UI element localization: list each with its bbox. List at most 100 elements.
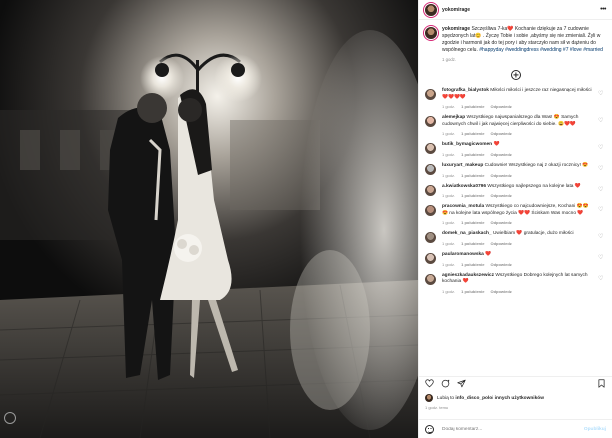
commenter-avatar[interactable] bbox=[425, 143, 436, 155]
post-details-panel: yokomirage ••• yokomirage Szczęśliwa 7-k… bbox=[418, 0, 612, 438]
comment-item: luxuryart_makeup Cudownie! Wszystkiego n… bbox=[425, 163, 606, 178]
heart-icon[interactable]: ♡ bbox=[598, 207, 604, 213]
reply-button[interactable]: Odpowiedz bbox=[490, 241, 511, 246]
comment-item: pracownia_motula Wszystkiego co najcudow… bbox=[425, 204, 606, 225]
comment-item: fotografka_bialystok Miłości miłości i j… bbox=[425, 88, 606, 109]
likes-prefix: Lubią to bbox=[437, 395, 455, 401]
heart-icon[interactable]: ♡ bbox=[598, 118, 604, 124]
comment-text: ❤️ bbox=[492, 142, 500, 148]
comment-likes-count[interactable]: 1 polubienie bbox=[461, 104, 484, 109]
comment-time: 1 godz. bbox=[442, 193, 456, 199]
comment-likes-count[interactable]: 1 polubienie bbox=[461, 241, 484, 246]
author-avatar[interactable] bbox=[425, 3, 437, 16]
comment-time: 1 godz. bbox=[442, 172, 456, 178]
post-caption: yokomirage Szczęśliwa 7-ka❤️ Kochanie dz… bbox=[425, 26, 606, 54]
commenter-avatar[interactable] bbox=[425, 163, 436, 175]
reply-button[interactable]: Odpowiedz bbox=[490, 220, 511, 225]
comment-list: fotografka_bialystok Miłości miłości i j… bbox=[425, 88, 606, 294]
commenter-avatar[interactable] bbox=[425, 116, 436, 128]
commenter-username[interactable]: alemejkap bbox=[442, 115, 465, 120]
publish-button[interactable]: Opublikuj bbox=[584, 427, 606, 432]
comment-text: ❤️ bbox=[483, 251, 492, 257]
commenter-username[interactable]: butik_bymagicwomen bbox=[442, 142, 492, 147]
post-header: yokomirage ••• bbox=[419, 0, 612, 20]
comment-item: a.kwiatkowska0796 Wszystkiego najlepszeg… bbox=[425, 183, 606, 199]
reply-button[interactable]: Odpowiedz bbox=[490, 173, 511, 178]
other-likers-link[interactable]: innych użytkowników bbox=[495, 396, 544, 401]
heart-icon[interactable]: ♡ bbox=[598, 187, 604, 193]
caption-username[interactable]: yokomirage bbox=[442, 26, 470, 32]
commenter-avatar[interactable] bbox=[425, 252, 436, 264]
comment-likes-count[interactable]: 1 polubienie bbox=[461, 131, 484, 136]
wedding-photo-image bbox=[0, 0, 418, 438]
heart-icon[interactable]: ♡ bbox=[598, 166, 604, 172]
heart-icon[interactable]: ♡ bbox=[598, 255, 604, 261]
comment-likes-count[interactable]: 1 polubienie bbox=[461, 193, 484, 198]
reply-button[interactable]: Odpowiedz bbox=[490, 131, 511, 136]
comment-input[interactable] bbox=[442, 426, 584, 432]
more-options-icon[interactable]: ••• bbox=[600, 6, 606, 13]
heart-icon[interactable] bbox=[425, 379, 434, 388]
more-options-icon[interactable] bbox=[4, 412, 16, 424]
comments-scroll-area[interactable]: yokomirage Szczęśliwa 7-ka❤️ Kochanie dz… bbox=[419, 20, 612, 376]
comment-text: Cudownie! Wszystkiego naj z okazji roczn… bbox=[483, 162, 589, 168]
comment-item: alemejkap Wszystkiego najwspanialszego d… bbox=[425, 115, 606, 136]
commenter-avatar[interactable] bbox=[425, 205, 436, 217]
comment-time: 1 godz. bbox=[442, 288, 456, 294]
author-avatar[interactable] bbox=[425, 27, 437, 39]
commenter-username[interactable]: fotografka_bialystok bbox=[442, 88, 489, 93]
add-comment-bar: Opublikuj bbox=[419, 419, 612, 438]
comment-time: 1 godz. bbox=[442, 151, 456, 157]
commenter-avatar[interactable] bbox=[425, 184, 436, 196]
comment-likes-count[interactable]: 1 polubienie bbox=[461, 173, 484, 178]
heart-icon[interactable]: ♡ bbox=[598, 91, 604, 97]
commenter-username[interactable]: pracownia_motula bbox=[442, 204, 484, 209]
comment-likes-count[interactable]: 1 polubienie bbox=[461, 289, 484, 294]
likes-summary: Lubią to info_disco_polo i innych użytko… bbox=[425, 394, 606, 402]
commenter-avatar[interactable] bbox=[425, 89, 436, 100]
liker-avatar[interactable] bbox=[425, 394, 433, 402]
comment-item: paularomanowska ❤️ 1 godz. 1 polubienie Odp… bbox=[425, 252, 606, 267]
plus-circle-icon[interactable] bbox=[510, 70, 521, 80]
reply-button[interactable]: Odpowiedz bbox=[490, 152, 511, 157]
comment-time: 1 godz. bbox=[442, 104, 456, 110]
share-icon[interactable] bbox=[457, 379, 466, 388]
action-bar bbox=[419, 376, 612, 390]
reply-button[interactable]: Odpowiedz bbox=[490, 193, 511, 198]
commenter-username[interactable]: domek_na_piaskach_ bbox=[442, 231, 492, 236]
bookmark-icon[interactable] bbox=[597, 379, 606, 388]
reply-button[interactable]: Odpowiedz bbox=[490, 104, 511, 109]
comment-item: agnieszkadaukszewicz Wszystkiego Dobrego… bbox=[425, 273, 606, 294]
author-username[interactable]: yokomirage bbox=[442, 7, 470, 13]
commenter-avatar[interactable] bbox=[425, 273, 436, 285]
comment-time: 1 godz. bbox=[442, 220, 456, 226]
comment-time: 1 godz. bbox=[442, 240, 456, 246]
comment-time: 1 godz. bbox=[442, 131, 456, 137]
commenter-avatar[interactable] bbox=[425, 232, 436, 244]
caption-hashtags[interactable]: #happyday #weddingdress #wedding #7 #lov… bbox=[479, 47, 603, 53]
comment-item: domek_na_piaskach_ Uwielbiam ❤️ gratulac… bbox=[425, 231, 606, 246]
comment-icon[interactable] bbox=[441, 379, 450, 388]
comment-time: 1 godz. bbox=[442, 261, 456, 267]
comment-item: butik_bymagicwomen ❤️ 1 godz. 1 polubienie… bbox=[425, 142, 606, 157]
post-photo[interactable] bbox=[0, 0, 418, 438]
commenter-username[interactable]: paularomanowska bbox=[442, 252, 484, 257]
commenter-username[interactable]: agnieszkadaukszewicz bbox=[442, 273, 494, 278]
heart-icon[interactable]: ♡ bbox=[598, 276, 604, 282]
comment-likes-count[interactable]: 1 polubienie bbox=[461, 152, 484, 157]
heart-icon[interactable]: ♡ bbox=[598, 234, 604, 240]
likes-middle: i bbox=[492, 395, 494, 401]
reply-button[interactable]: Odpowiedz bbox=[490, 262, 511, 267]
commenter-username[interactable]: luxuryart_makeup bbox=[442, 163, 483, 168]
comment-text: Wszystkiego najlepszego na kolejne lata … bbox=[486, 183, 581, 189]
reply-button[interactable]: Odpowiedz bbox=[490, 289, 511, 294]
post-date: 1 godz. temu bbox=[425, 405, 449, 410]
comment-text: Uwielbiam ❤️ gratulacje, dużo miłości bbox=[491, 231, 574, 237]
commenter-username[interactable]: a.kwiatkowska0796 bbox=[442, 184, 486, 189]
emoji-icon[interactable] bbox=[425, 424, 434, 434]
comment-likes-count[interactable]: 1 polubienie bbox=[461, 220, 484, 225]
liker-username[interactable]: info_disco_polo bbox=[455, 396, 492, 401]
caption-timestamp: 1 godz. bbox=[442, 57, 457, 62]
comment-likes-count[interactable]: 1 polubienie bbox=[461, 262, 484, 267]
heart-icon[interactable]: ♡ bbox=[598, 145, 604, 151]
